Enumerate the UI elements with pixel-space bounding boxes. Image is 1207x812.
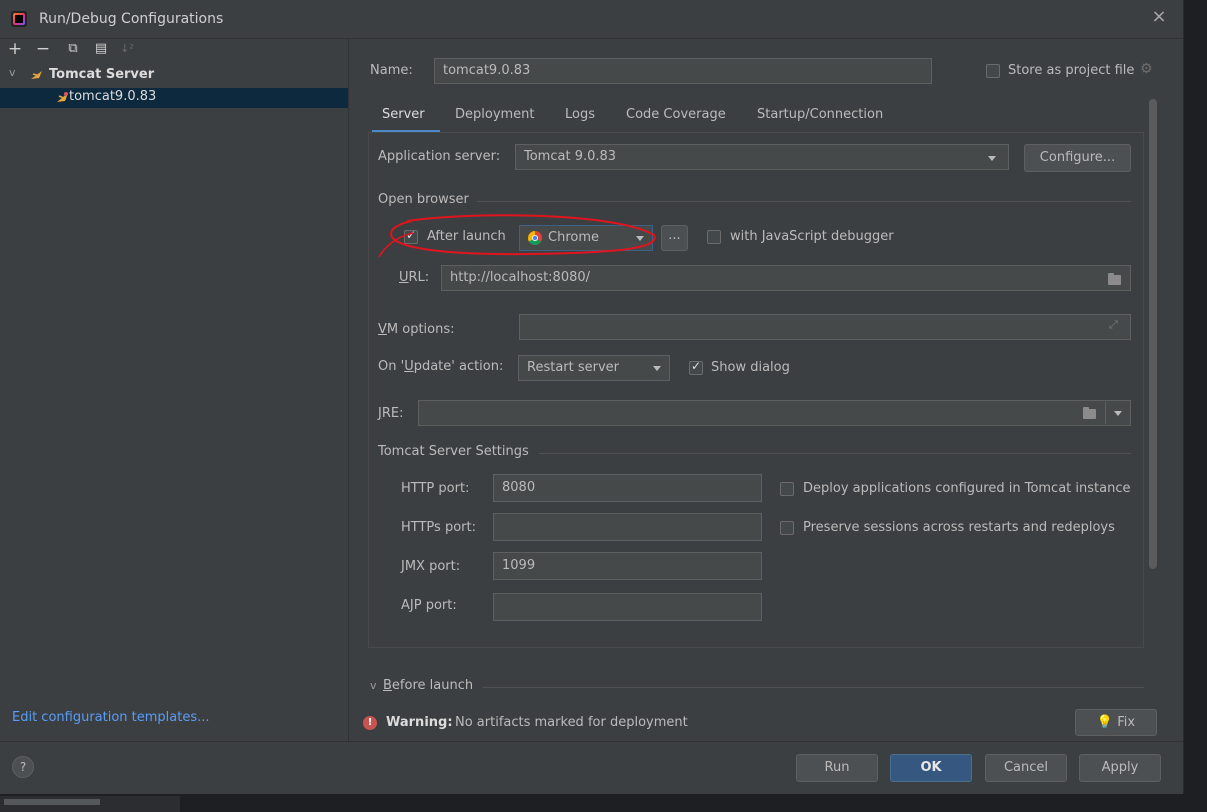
chevron-down-icon [988, 156, 996, 161]
separator [1105, 402, 1106, 424]
annotation-ellipse [378, 214, 656, 258]
app-server-label: Application server: [378, 149, 501, 164]
vm-options-field[interactable] [519, 314, 1131, 340]
dialog-buttons-bar: ? Run OK Cancel Apply [0, 741, 1183, 794]
app-server-select[interactable]: Tomcat 9.0.83 [515, 144, 1009, 170]
intellij-logo-icon [11, 11, 27, 27]
warning-bold: Warning: [386, 715, 453, 730]
name-label: Name: [370, 63, 413, 78]
cancel-button[interactable]: Cancel [985, 754, 1067, 782]
folder-icon[interactable] [1108, 273, 1121, 285]
tree-toolbar: + − ⧉ ▤ ↓² [0, 39, 348, 61]
chevron-down-icon[interactable]: v [9, 66, 16, 79]
close-icon[interactable]: × [1150, 8, 1168, 26]
chevron-down-icon[interactable]: v [370, 679, 377, 692]
http-port-field[interactable]: 8080 [493, 474, 762, 502]
run-button[interactable]: Run [796, 754, 878, 782]
fix-button[interactable]: 💡 Fix [1075, 709, 1157, 736]
ajp-port-label: AJP port: [401, 598, 457, 613]
new-folder-icon[interactable]: ▤ [92, 39, 110, 59]
js-debugger-label: with JavaScript debugger [730, 229, 894, 244]
tab-logs[interactable]: Logs [565, 107, 595, 122]
url-value: http://localhost:8080/ [450, 270, 591, 285]
vertical-scrollbar[interactable] [1149, 99, 1157, 569]
app-server-value: Tomcat 9.0.83 [524, 149, 617, 164]
gear-icon[interactable]: ⚙ [1140, 61, 1153, 77]
help-icon[interactable]: ? [12, 756, 34, 778]
warning-text: No artifacts marked for deployment [455, 715, 688, 730]
js-debugger-checkbox[interactable] [707, 230, 721, 244]
background-strip [0, 796, 180, 812]
tab-deployment[interactable]: Deployment [455, 107, 535, 122]
apply-button[interactable]: Apply [1079, 754, 1161, 782]
tomcat-settings-title: Tomcat Server Settings [378, 444, 529, 459]
jre-label: JRE: [378, 406, 404, 421]
configure-button[interactable]: Configure... [1024, 144, 1131, 172]
https-port-label: HTTPs port: [401, 520, 476, 535]
http-port-label: HTTP port: [401, 481, 470, 496]
url-label: URL: [399, 270, 430, 285]
vm-options-label: VM options: [378, 322, 455, 337]
ajp-port-field[interactable] [493, 593, 762, 621]
tab-label: Server [382, 107, 425, 122]
edit-templates-link[interactable]: Edit configuration templates... [12, 710, 210, 725]
remove-icon[interactable]: − [34, 39, 52, 59]
chevron-down-icon [653, 366, 661, 371]
update-action-select[interactable]: Restart server [518, 355, 670, 381]
fix-label: Fix [1117, 715, 1136, 730]
tomcat-icon [31, 71, 42, 79]
separator [482, 687, 1144, 688]
expand-icon[interactable]: ⤢ [1109, 318, 1118, 332]
preserve-sessions-checkbox[interactable] [780, 521, 794, 535]
show-dialog-checkbox[interactable] [689, 359, 703, 375]
preserve-sessions-label: Preserve sessions across restarts and re… [803, 520, 1115, 535]
open-browser-title: Open browser [378, 192, 469, 207]
separator [539, 453, 1131, 454]
url-field[interactable]: http://localhost:8080/ [441, 265, 1131, 291]
configuration-form: Name: tomcat9.0.83 Store as project file… [349, 39, 1183, 741]
folder-icon[interactable] [1083, 407, 1096, 419]
deploy-label: Deploy applications configured in Tomcat… [803, 481, 1131, 496]
jmx-port-label: JMX port: [401, 559, 461, 574]
sort-icon[interactable]: ↓² [118, 39, 136, 59]
tab-startup-connection[interactable]: Startup/Connection [757, 107, 883, 122]
separator [477, 201, 1131, 202]
configurations-tree-panel: + − ⧉ ▤ ↓² v Tomcat Server tomcat9.0.83 … [0, 39, 349, 741]
add-icon[interactable]: + [6, 39, 24, 59]
show-dialog-label: Show dialog [711, 360, 790, 375]
store-project-checkbox[interactable] [986, 64, 1000, 78]
bulb-icon: 💡 [1096, 715, 1114, 730]
tomcat-run-icon [57, 92, 68, 102]
tree-item-label: Tomcat Server [49, 67, 155, 82]
title-bar: Run/Debug Configurations × [0, 0, 1183, 39]
https-port-field[interactable] [493, 513, 762, 541]
run-debug-dialog: Run/Debug Configurations × + − ⧉ ▤ ↓² v … [0, 0, 1184, 794]
chevron-down-icon[interactable] [1114, 411, 1122, 416]
deploy-checkbox[interactable] [780, 482, 794, 496]
warning-icon: ! [363, 716, 377, 730]
tab-server[interactable]: Server [372, 105, 440, 133]
copy-icon[interactable]: ⧉ [64, 39, 82, 59]
browser-browse-button[interactable]: ... [661, 225, 688, 251]
before-launch-label[interactable]: Before launch [383, 678, 473, 693]
ok-button[interactable]: OK [890, 754, 972, 782]
store-project-label: Store as project file [1008, 63, 1135, 78]
horizontal-scrollbar[interactable] [4, 799, 100, 805]
update-action-label: On 'Update' action: [378, 359, 504, 374]
tree-item-label: tomcat9.0.83 [69, 89, 157, 104]
tree-item-tomcat9[interactable]: tomcat9.0.83 [0, 88, 348, 108]
jmx-port-field[interactable]: 1099 [493, 552, 762, 580]
jre-select[interactable] [418, 400, 1131, 426]
name-field[interactable]: tomcat9.0.83 [434, 58, 932, 84]
tree-item-tomcat-server[interactable]: v Tomcat Server [0, 65, 348, 85]
update-action-value: Restart server [527, 360, 620, 375]
window-title: Run/Debug Configurations [39, 11, 224, 27]
tab-code-coverage[interactable]: Code Coverage [626, 107, 726, 122]
